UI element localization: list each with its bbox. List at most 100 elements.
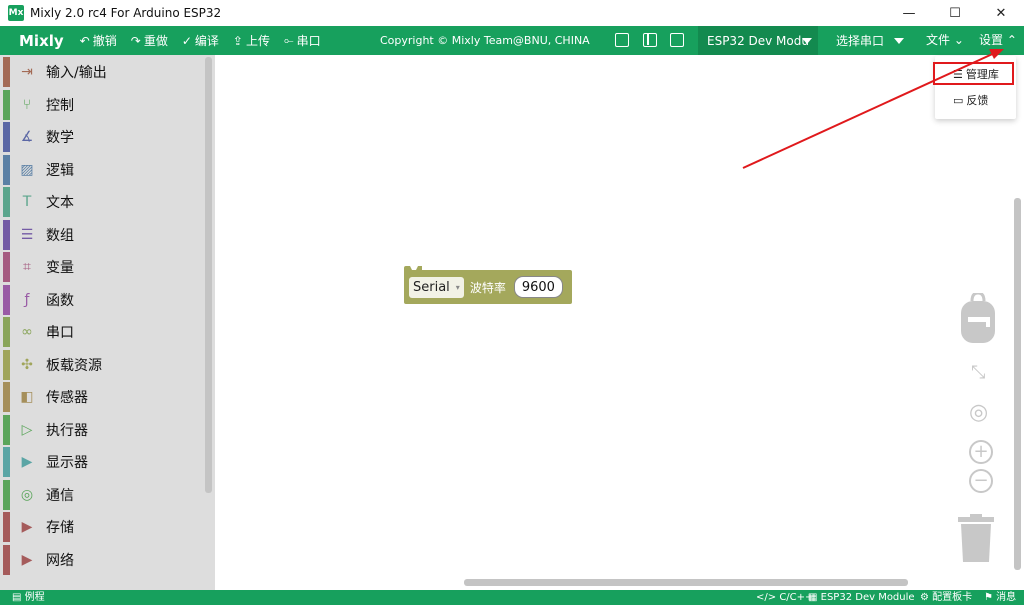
category-color-stripe [3, 382, 10, 412]
category-label: 板载资源 [46, 357, 102, 374]
sidebar-category[interactable]: ▶ 存储 [3, 512, 203, 542]
sidebar-category[interactable]: ▶ 网络 [3, 544, 203, 575]
category-label: 逻辑 [46, 162, 74, 179]
sidebar-category[interactable]: ƒ 函数 [3, 284, 203, 315]
usb-icon: ⟜ [283, 33, 294, 47]
serial-dropdown-value: Serial [413, 279, 450, 295]
sidebar-category[interactable]: ▶ 显示器 [3, 447, 203, 477]
sidebar-category[interactable]: ⌗ 变量 [3, 252, 203, 282]
messages-label: 消息 [996, 592, 1017, 603]
category-label: 显示器 [46, 455, 88, 471]
category-icon: ☰ [20, 226, 34, 243]
workspace-horizontal-scrollbar[interactable] [464, 579, 908, 586]
category-label: 串口 [46, 325, 74, 341]
chip-icon: ▦ [808, 592, 818, 603]
trash-icon[interactable] [958, 514, 994, 562]
category-icon: ▨ [20, 161, 34, 178]
chevron-down-icon: ⌄ [953, 33, 964, 47]
category-icon: ∞ [21, 324, 33, 340]
brand-logo[interactable]: Mixly [19, 32, 64, 50]
app-logo-icon: Mx [8, 5, 24, 21]
category-color-stripe [3, 219, 10, 250]
layout-split-icon[interactable] [643, 33, 657, 47]
category-color-stripe [3, 122, 10, 152]
board-label: ESP32 Dev Module [820, 592, 915, 603]
chevron-down-icon [802, 38, 812, 44]
examples-button[interactable]: ▤ 例程 [12, 590, 45, 605]
zoom-in-icon[interactable]: + [969, 440, 993, 464]
workspace-vertical-scrollbar[interactable] [1014, 198, 1021, 570]
serial-button[interactable]: ⟜ 串口 [284, 32, 321, 49]
sidebar-category[interactable]: T 文本 [3, 187, 203, 217]
triangle-down-icon: ▾ [455, 282, 460, 292]
baudrate-input[interactable]: 9600 [513, 276, 563, 298]
center-icon[interactable]: ◎ [969, 400, 988, 425]
sidebar-category[interactable]: ◧ 传感器 [3, 382, 203, 412]
close-button[interactable]: ✕ [978, 0, 1024, 26]
backpack-icon[interactable] [960, 293, 996, 345]
chevron-down-icon [894, 37, 905, 44]
settings-menu[interactable]: 设置 ⌃ [979, 26, 1017, 55]
sidebar-category[interactable]: ⇥ 输入/输出 [3, 57, 203, 87]
highlight-box [933, 62, 1014, 85]
gear-icon: ⚙ [920, 592, 929, 603]
category-color-stripe [3, 544, 10, 575]
upload-button[interactable]: ⇪ 上传 [233, 32, 270, 49]
messages-button[interactable]: ⚑ 消息 [984, 590, 1016, 605]
category-color-stripe [3, 447, 10, 477]
sidebar-category[interactable]: ∡ 数学 [3, 122, 203, 152]
feedback-label: 反馈 [966, 94, 989, 107]
redo-button[interactable]: ↷ 重做 [131, 32, 168, 49]
board-indicator[interactable]: ▦ ESP32 Dev Module [808, 590, 915, 605]
sidebar-category[interactable]: ∞ 串口 [3, 317, 203, 347]
category-color-stripe [3, 187, 10, 217]
baudrate-label: 波特率 [469, 280, 506, 295]
category-icon: T [22, 194, 32, 210]
category-label: 数学 [46, 130, 74, 146]
examples-label: 例程 [24, 592, 45, 603]
category-color-stripe [3, 479, 10, 510]
sidebar-category[interactable]: ▷ 执行器 [3, 414, 203, 445]
sidebar-category[interactable]: ⑂ 控制 [3, 89, 203, 120]
sidebar-category[interactable]: ☰ 数组 [3, 219, 203, 250]
category-color-stripe [3, 414, 10, 445]
category-icon: ⇥ [21, 64, 33, 80]
maximize-button[interactable]: ☐ [932, 0, 978, 26]
sidebar-scrollbar[interactable] [205, 57, 212, 493]
serial-baudrate-block[interactable]: Serial ▾ 波特率 9600 [404, 270, 572, 304]
language-indicator[interactable]: </> C/C++ [756, 590, 813, 605]
category-icon: ▶ [21, 454, 33, 470]
status-bar: ▤ 例程 </> C/C++ ▦ ESP32 Dev Module ⚙ 配置板卡… [0, 590, 1024, 605]
blockly-workspace[interactable] [215, 55, 1024, 590]
board-select[interactable]: ESP32 Dev Modu [698, 26, 818, 55]
port-select[interactable]: 选择串口 [836, 26, 905, 55]
category-icon: ∡ [20, 129, 34, 145]
category-icon: ▷ [21, 421, 33, 438]
chevron-up-icon: ⌃ [1006, 33, 1017, 47]
category-icon: ◎ [20, 486, 34, 503]
category-label: 函数 [46, 292, 74, 309]
feedback-item[interactable]: ▭ 反馈 [935, 89, 1016, 111]
category-color-stripe [3, 89, 10, 120]
upload-icon: ⇪ [232, 33, 243, 48]
config-board-button[interactable]: ⚙ 配置板卡 [920, 590, 972, 605]
sidebar-category[interactable]: ◎ 通信 [3, 479, 203, 510]
undo-icon: ↶ [79, 33, 90, 48]
sidebar-category[interactable]: ✣ 板载资源 [3, 349, 203, 380]
message-icon: ⚑ [984, 592, 993, 603]
compile-button[interactable]: ✓ 编译 [182, 32, 219, 49]
redo-label: 重做 [143, 34, 168, 48]
serial-dropdown[interactable]: Serial ▾ [409, 276, 464, 298]
file-menu[interactable]: 文件 ⌄ [926, 26, 964, 55]
layout-code-icon[interactable] [615, 33, 629, 47]
layout-blocks-icon[interactable] [670, 33, 684, 47]
minimize-button[interactable]: — [886, 0, 932, 26]
category-icon: ƒ [24, 291, 30, 308]
zoom-out-icon[interactable]: − [969, 469, 993, 493]
sidebar-category[interactable]: ▨ 逻辑 [3, 154, 203, 185]
fit-screen-icon[interactable]: ⤡ [971, 362, 985, 383]
category-label: 控制 [46, 97, 74, 114]
file-menu-label: 文件 [926, 33, 951, 47]
category-label: 通信 [46, 487, 74, 504]
undo-button[interactable]: ↶ 撤销 [80, 32, 117, 49]
